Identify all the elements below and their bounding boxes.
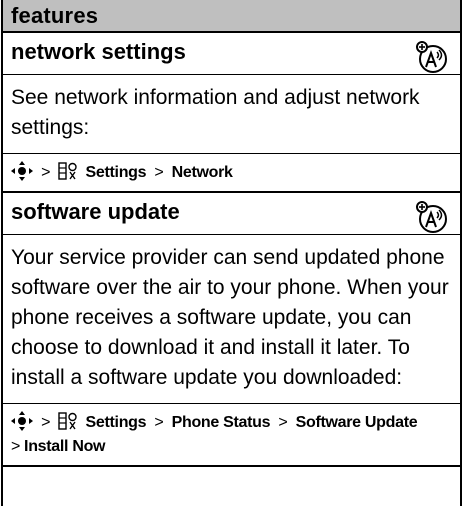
table-header-title: features: [11, 2, 99, 28]
nav-key-icon: [11, 411, 33, 431]
nav-key-icon: [11, 161, 33, 181]
path-item-settings: Settings: [85, 414, 147, 431]
path-separator: >: [154, 414, 164, 431]
menu-path: > Settings > Network: [3, 154, 460, 193]
network-feature-icon: [416, 41, 447, 73]
table-header: features: [3, 0, 460, 33]
feature-table: features network settings See network in…: [1, 0, 462, 506]
path-item-install-now: Install Now: [24, 438, 106, 455]
path-item-phone-status: Phone Status: [171, 414, 271, 431]
section-title-software-update: software update: [3, 193, 460, 235]
path-item-network: Network: [171, 164, 233, 181]
path-separator: >: [41, 164, 51, 181]
section-body: See network information and adjust netwo…: [3, 75, 460, 154]
path-separator: >: [41, 414, 51, 431]
section-title: software update: [11, 199, 180, 224]
path-separator: >: [11, 438, 21, 455]
section-title-network-settings: network settings: [3, 33, 460, 75]
section-title: network settings: [11, 39, 186, 64]
path-separator: >: [154, 164, 164, 181]
section-body: Your service provider can send updated p…: [3, 235, 460, 404]
path-separator: >: [278, 414, 288, 431]
network-feature-icon: [416, 201, 447, 233]
settings-icon: [58, 412, 78, 430]
path-item-software-update: Software Update: [295, 414, 418, 431]
path-item-settings: Settings: [85, 164, 147, 181]
settings-icon: [58, 162, 78, 180]
path-line-2: > Install Now: [11, 435, 452, 459]
menu-path: > Settings > Phone Status > Software Upd…: [3, 404, 460, 467]
